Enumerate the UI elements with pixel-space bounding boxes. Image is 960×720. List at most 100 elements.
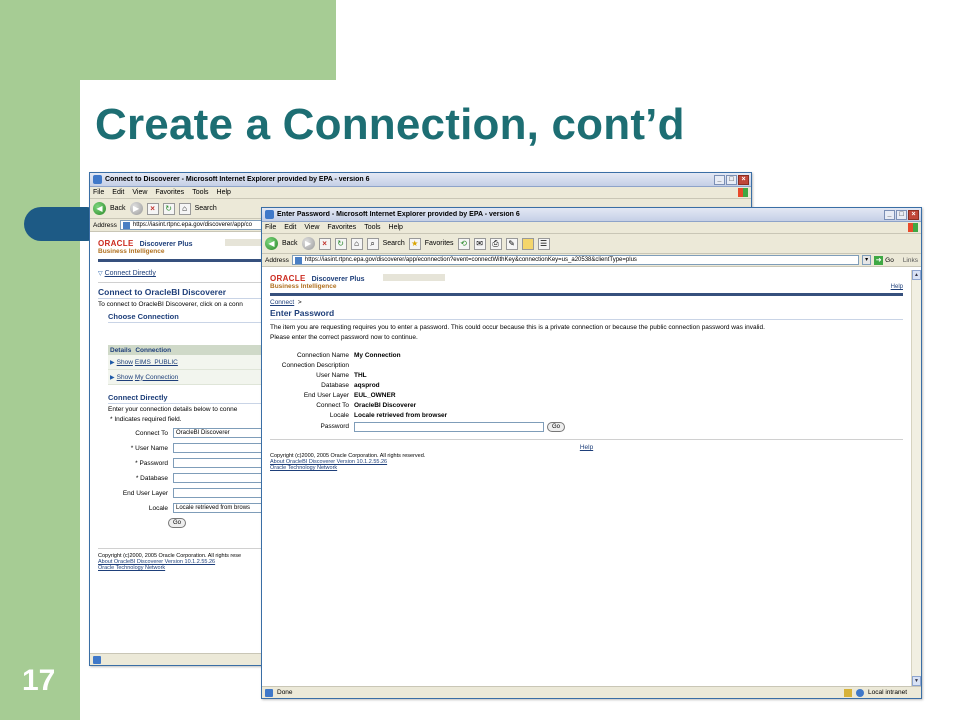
menu-help[interactable]: Help <box>217 189 231 196</box>
field-label: * Password <box>135 459 168 467</box>
refresh-icon[interactable]: ↻ <box>162 202 175 215</box>
password-input[interactable] <box>173 458 273 468</box>
col-connection[interactable]: Connection <box>135 347 171 354</box>
otn-link[interactable]: Oracle Technology Network <box>270 465 903 471</box>
menu-favorites[interactable]: Favorites <box>327 224 356 231</box>
detail-row: Connection Name My Connection <box>270 350 903 360</box>
show-link[interactable]: Show <box>117 374 133 381</box>
home-icon[interactable]: ⌂ <box>350 237 363 250</box>
detail-value: EUL_OWNER <box>354 391 396 399</box>
front-toolbar: ◀ Back ▶ × ↻ ⌂ ⌕ Search ★ Favorites ⟲ ✉ … <box>262 234 921 254</box>
scroll-up-icon[interactable]: ▲ <box>912 270 921 280</box>
back-arrow-icon[interactable]: ◀ <box>93 202 106 215</box>
menu-tools[interactable]: Tools <box>364 224 380 231</box>
front-window-titlebar[interactable]: Enter Password - Microsoft Internet Expl… <box>262 208 921 222</box>
back-button-label[interactable]: Back <box>110 205 126 212</box>
page-status-icon <box>93 655 101 664</box>
ie-app-icon <box>93 175 102 184</box>
forward-arrow-icon[interactable]: ▶ <box>129 202 143 215</box>
breadcrumb-connect-link[interactable]: Connect <box>270 299 294 306</box>
page-icon <box>294 256 302 264</box>
connection-link[interactable]: My Connection <box>135 374 178 381</box>
expand-icon[interactable]: ▶ <box>110 374 115 381</box>
favorites-button-label[interactable]: Favorites <box>425 240 454 247</box>
connect-directly-link[interactable]: Connect Directly <box>105 270 156 277</box>
forward-arrow-icon[interactable]: ▶ <box>301 237 315 250</box>
col-details: Details <box>110 346 132 354</box>
oracle-logo: ORACLE <box>270 274 306 283</box>
menu-view[interactable]: View <box>132 189 147 196</box>
end-user-layer-input[interactable] <box>173 488 273 498</box>
back-menu-bar: File Edit View Favorites Tools Help <box>90 187 751 199</box>
front-status-bar: Done Local intranet <box>262 686 921 698</box>
address-dropdown-icon[interactable]: ▾ <box>862 255 872 265</box>
field-label: Locale <box>148 504 168 512</box>
minimize-button[interactable]: _ <box>884 209 895 220</box>
go-button[interactable]: Go <box>547 421 565 432</box>
connect-to-select[interactable]: OracleBI Discoverer <box>173 428 273 438</box>
help-link-top[interactable]: Help <box>891 284 903 290</box>
user-name-input[interactable] <box>173 443 273 453</box>
search-button-label[interactable]: Search <box>383 240 405 247</box>
front-address-bar: Address https://iasint.rtpnc.epa.gov/dis… <box>262 254 921 267</box>
menu-favorites[interactable]: Favorites <box>155 189 184 196</box>
front-address-input[interactable]: https://iasint.rtpnc.epa.gov/discoverer/… <box>291 255 860 265</box>
go-button[interactable]: Go <box>168 518 186 528</box>
stop-icon[interactable]: × <box>318 237 331 250</box>
green-left-band <box>0 0 80 720</box>
close-button[interactable]: × <box>908 209 919 220</box>
address-label: Address <box>265 256 289 264</box>
detail-label: Connection Name <box>296 351 349 359</box>
edit-icon[interactable]: ✎ <box>505 237 518 250</box>
back-window-titlebar[interactable]: Connect to Discoverer - Microsoft Intern… <box>90 173 751 187</box>
back-arrow-icon[interactable]: ◀ <box>265 237 278 250</box>
favorites-star-icon[interactable]: ★ <box>408 237 421 250</box>
menu-tools[interactable]: Tools <box>192 189 208 196</box>
breadcrumb-separator: > <box>297 299 302 306</box>
password-input[interactable] <box>354 421 544 432</box>
front-page-content: ORACLE Discoverer Plus Business Intellig… <box>262 270 911 686</box>
windows-logo-icon <box>908 223 918 232</box>
locale-select[interactable]: Locale retrieved from brows <box>173 503 273 513</box>
menu-file[interactable]: File <box>265 224 276 231</box>
minimize-button[interactable]: _ <box>714 174 725 185</box>
messenger-icon[interactable]: ☰ <box>537 237 550 250</box>
show-link[interactable]: Show <box>117 359 133 366</box>
menu-file[interactable]: File <box>93 189 104 196</box>
field-label: End User Layer <box>122 489 168 497</box>
expand-icon[interactable]: ▶ <box>110 359 115 366</box>
detail-row: End User Layer EUL_OWNER <box>270 390 903 400</box>
connection-link[interactable]: EIMS_PUBLIC <box>135 359 178 366</box>
close-button[interactable]: × <box>738 174 749 185</box>
header-decoration <box>224 239 265 246</box>
stop-icon[interactable]: × <box>146 202 159 215</box>
print-icon[interactable]: ⎙ <box>489 237 502 250</box>
front-browser-window: Enter Password - Microsoft Internet Expl… <box>261 207 922 699</box>
front-window-title: Enter Password - Microsoft Internet Expl… <box>277 211 520 218</box>
search-button-label[interactable]: Search <box>195 205 217 212</box>
front-scrollbar[interactable]: ▲ ▼ <box>911 270 921 686</box>
detail-value: THL <box>354 371 367 379</box>
folder-icon[interactable] <box>521 237 534 250</box>
maximize-button[interactable]: □ <box>726 174 737 185</box>
refresh-icon[interactable]: ↻ <box>334 237 347 250</box>
menu-edit[interactable]: Edit <box>112 189 124 196</box>
maximize-button[interactable]: □ <box>896 209 907 220</box>
field-label: * User Name <box>130 444 168 452</box>
home-icon[interactable]: ⌂ <box>178 202 191 215</box>
search-icon[interactable]: ⌕ <box>366 237 379 250</box>
oracle-logo: ORACLE <box>98 239 134 248</box>
back-button-label[interactable]: Back <box>282 240 298 247</box>
help-link-bottom[interactable]: Help <box>580 444 593 451</box>
database-input[interactable] <box>173 473 273 483</box>
menu-edit[interactable]: Edit <box>284 224 296 231</box>
menu-view[interactable]: View <box>304 224 319 231</box>
links-label[interactable]: Links <box>903 257 918 264</box>
menu-help[interactable]: Help <box>389 224 403 231</box>
mail-icon[interactable]: ✉ <box>473 237 486 250</box>
detail-row: Connect To OracleBI Discoverer <box>270 400 903 410</box>
address-go-button[interactable]: ➜ Go <box>874 255 894 265</box>
scroll-down-icon[interactable]: ▼ <box>912 676 921 686</box>
zone-text: Local intranet <box>867 689 907 696</box>
history-icon[interactable]: ⟲ <box>457 237 470 250</box>
